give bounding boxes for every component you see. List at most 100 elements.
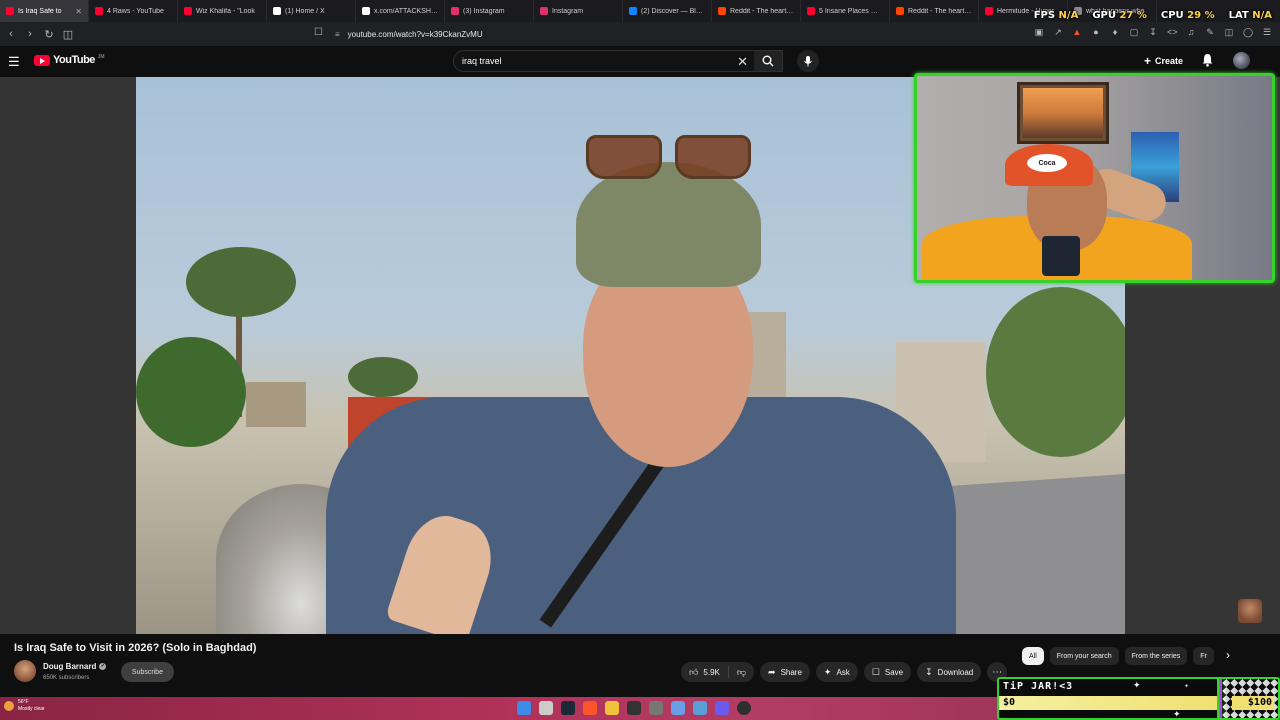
- brave-icon[interactable]: [583, 701, 597, 715]
- chevron-right-icon[interactable]: ›: [1226, 648, 1230, 662]
- obs-icon[interactable]: [627, 701, 641, 715]
- github-icon[interactable]: [737, 701, 751, 715]
- filter-chip[interactable]: Fr: [1193, 647, 1214, 665]
- forward-icon[interactable]: ›: [22, 28, 38, 40]
- tab-title: (1) Home / X: [285, 7, 325, 15]
- bell-icon: [1202, 54, 1213, 67]
- browser-tab[interactable]: 5 Insane Places Whe: [801, 0, 890, 22]
- dislike-button[interactable]: 👎︎: [728, 662, 755, 682]
- wall-painting: [1017, 82, 1109, 144]
- tab-title: 5 Insane Places Whe: [819, 7, 883, 15]
- url-field[interactable]: ≡ youtube.com/watch?v=k39CkanZvMU: [335, 27, 483, 41]
- site-info-icon[interactable]: ≡: [335, 30, 340, 39]
- lat-readout: LAT N/A: [1228, 10, 1272, 21]
- like-count: 5.9K: [703, 667, 720, 677]
- like-button[interactable]: 👍︎ 5.9K: [681, 662, 728, 682]
- app-icon[interactable]: [671, 701, 685, 715]
- notifications-button[interactable]: [1201, 53, 1214, 72]
- url-text: youtube.com/watch?v=k39CkanZvMU: [347, 29, 483, 39]
- tab-title: 4 Raws - YouTube: [107, 7, 164, 15]
- video-actions: 👍︎ 5.9K 👎︎ ➦ Share ✦ Ask ☐ Save ↧ Downlo…: [681, 662, 1008, 682]
- share-button[interactable]: ➦ Share: [760, 662, 810, 682]
- browser-tab[interactable]: Reddit - The heart of: [712, 0, 801, 22]
- tab-favicon-icon: [896, 7, 904, 15]
- devtools-icon[interactable]: <>: [1167, 27, 1178, 38]
- filter-chip[interactable]: From your search: [1049, 647, 1119, 665]
- channel-watermark[interactable]: [1238, 599, 1262, 623]
- panel-icon[interactable]: ◫: [1224, 27, 1234, 38]
- sparkle-icon: ✦: [823, 666, 832, 677]
- gpu-readout: GPU 27 %: [1092, 10, 1147, 21]
- notepad-icon[interactable]: [693, 701, 707, 715]
- tab-title: Instagram: [552, 7, 584, 15]
- tab-title: x.com/ATTACKSHARK: [374, 7, 438, 15]
- steam-icon[interactable]: [561, 701, 575, 715]
- weather-icon: [4, 701, 14, 711]
- download-button[interactable]: ↧ Download: [917, 662, 982, 682]
- clear-search-icon[interactable]: ✕: [737, 54, 748, 70]
- search-button[interactable]: [754, 51, 782, 71]
- voice-search-button[interactable]: [797, 50, 819, 72]
- browser-tab[interactable]: (1) Home / X: [267, 0, 356, 22]
- youtube-play-icon: [34, 54, 50, 66]
- share-url-icon[interactable]: ↗: [1053, 27, 1063, 38]
- mug: [1042, 236, 1080, 276]
- brave-shield-icon[interactable]: ▲: [1072, 27, 1082, 38]
- vpn-icon[interactable]: ◯: [1243, 27, 1253, 38]
- tip-current: $0: [1003, 697, 1016, 708]
- screen-icon[interactable]: ▣: [1034, 27, 1044, 38]
- filter-chip[interactable]: From the series: [1124, 647, 1188, 665]
- start-icon[interactable]: [517, 701, 531, 715]
- notes-icon[interactable]: ✎: [1205, 27, 1215, 38]
- sidebar-toggle-icon[interactable]: ◫: [60, 28, 76, 41]
- background-building: [246, 382, 306, 427]
- weather-widget[interactable]: 56°F Mostly clear: [4, 699, 45, 713]
- reload-icon[interactable]: ↻: [41, 28, 57, 41]
- close-tab-icon[interactable]: ✕: [75, 7, 82, 16]
- tab-favicon-icon: [718, 7, 726, 15]
- search-input[interactable]: [462, 56, 722, 66]
- downloads-icon[interactable]: ↧: [1148, 27, 1158, 38]
- save-button[interactable]: ☐ Save: [863, 662, 912, 682]
- thumbs-up-icon: 👍︎: [689, 666, 699, 677]
- music-icon[interactable]: ♫: [1186, 27, 1196, 38]
- create-button[interactable]: + Create: [1138, 52, 1189, 70]
- filter-chip[interactable]: All: [1022, 647, 1044, 665]
- share-icon: ➦: [768, 666, 776, 677]
- browser-tab[interactable]: Wiz Khalifa - "Look: [178, 0, 267, 22]
- browser-tab[interactable]: Reddit - The heart of: [890, 0, 979, 22]
- bookmark-icon[interactable]: ☐: [314, 27, 323, 38]
- back-icon[interactable]: ‹: [3, 28, 19, 40]
- task-view-icon[interactable]: [539, 701, 553, 715]
- extensions-icon[interactable]: ♦: [1110, 27, 1120, 38]
- settings-icon[interactable]: [649, 701, 663, 715]
- file-explorer-icon[interactable]: [605, 701, 619, 715]
- menu-icon[interactable]: ☰: [1262, 27, 1272, 38]
- account-avatar[interactable]: [1233, 52, 1250, 69]
- browser-tab[interactable]: 4 Raws - YouTube: [89, 0, 178, 22]
- browser-tab[interactable]: Instagram: [534, 0, 623, 22]
- cpu-readout: CPU 29 %: [1160, 10, 1215, 21]
- browser-tab[interactable]: (2) Discover — Blues: [623, 0, 712, 22]
- browser-tab[interactable]: x.com/ATTACKSHARK: [356, 0, 445, 22]
- fps-readout: FPS N/A: [1033, 10, 1079, 21]
- ask-button[interactable]: ✦ Ask: [815, 662, 858, 682]
- tab-favicon-icon: [540, 7, 548, 15]
- hamburger-menu-icon[interactable]: ☰: [8, 54, 20, 70]
- tab-title: Wiz Khalifa - "Look: [196, 7, 255, 15]
- tip-jar-overlay: TiP JAR!<3 $0 $100 ✦ ✦ ●: [997, 677, 1280, 720]
- browser-tab[interactable]: (3) Instagram: [445, 0, 534, 22]
- subscribe-button[interactable]: Subscribe: [121, 662, 174, 682]
- channel-name[interactable]: Doug Barnard ✓: [43, 662, 107, 671]
- sunglasses: [586, 135, 751, 179]
- tab-title: Reddit - The heart of: [730, 7, 794, 15]
- taskbar-apps: [517, 701, 751, 715]
- browser-tab[interactable]: Is Iraq Safe to ✕: [0, 0, 89, 22]
- discord-icon[interactable]: [715, 701, 729, 715]
- youtube-logo[interactable]: YouTube JM: [34, 54, 105, 66]
- channel-avatar[interactable]: [14, 660, 36, 682]
- tab-favicon-icon: [362, 7, 370, 15]
- leo-icon[interactable]: ●: [1091, 27, 1101, 38]
- wallet-icon[interactable]: ▢: [1129, 27, 1139, 38]
- verified-icon: ✓: [99, 663, 107, 670]
